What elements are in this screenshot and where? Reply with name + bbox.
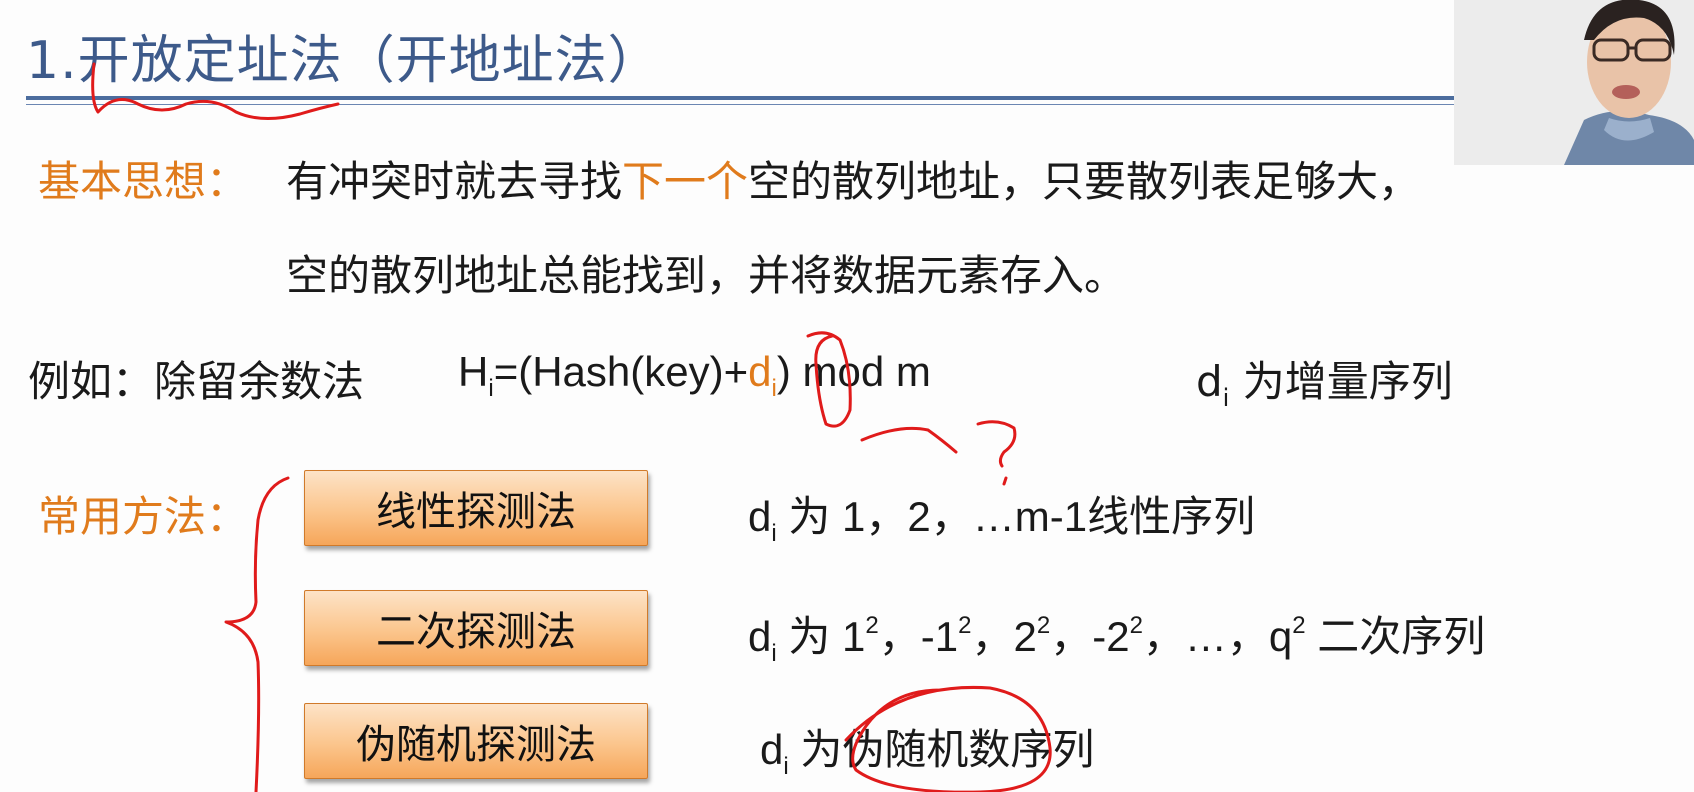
basic-idea-label: 基本思想：: [38, 157, 249, 206]
title-underline-thin: [26, 104, 1454, 105]
linear-probing-button[interactable]: 线性探测法: [304, 470, 648, 546]
hash-formula: Hi=(Hash(key)+di) mod m: [458, 348, 931, 403]
common-methods-label: 常用方法：: [38, 492, 249, 541]
desc-c: ，2: [971, 613, 1037, 660]
inc-d: d: [1196, 357, 1223, 406]
basic-idea-line1: 有冲突时就去寻找下一个空的散列地址，只要散列表足够大，: [286, 148, 1420, 209]
formula-d: d: [748, 348, 772, 395]
basic-idea-highlight: 下一个: [622, 157, 749, 206]
desc-a: 为 1: [776, 613, 866, 660]
desc-e: ，…，q: [1142, 613, 1293, 660]
presenter-video-icon: [1454, 0, 1694, 165]
presenter-webcam: [1454, 0, 1694, 165]
pseudo-random-probing-button[interactable]: 伪随机探测法: [304, 703, 648, 779]
desc-sup: 2: [1292, 612, 1306, 639]
desc-sup: 2: [958, 612, 972, 639]
desc-sup: 2: [865, 612, 879, 639]
desc-text: 为伪随机数序列: [788, 726, 1095, 773]
page-title: 1.开放定址法（开地址法）: [26, 31, 661, 91]
formula-h: H: [458, 348, 489, 395]
linear-probing-desc: di 为 1，2，…m-1线性序列: [748, 483, 1255, 548]
basic-idea-line1-pre: 有冲突时就去寻找: [286, 157, 623, 206]
slide: 1.开放定址法（开地址法） 基本思想： 有冲突时就去寻找下一个空的散列地址，只要…: [0, 0, 1694, 792]
desc-b: ，-1: [878, 613, 959, 660]
desc-d: d: [748, 613, 772, 660]
formula-end: ) mod m: [776, 348, 931, 395]
title-underline: [26, 96, 1454, 100]
desc-sup: 2: [1129, 612, 1143, 639]
pseudo-random-probing-desc: di 为伪随机数序列: [760, 716, 1094, 781]
quadratic-probing-button[interactable]: 二次探测法: [304, 590, 648, 666]
example-prefix: 例如：除留余数法: [28, 357, 365, 406]
desc-f: 二次序列: [1305, 613, 1486, 660]
basic-idea-line2: 空的散列地址总能找到，并将数据元素存入。: [286, 251, 1127, 300]
desc-sup: 2: [1036, 612, 1051, 639]
formula-mid: =(Hash(key)+: [493, 348, 749, 395]
increment-note: di 为增量序列: [1196, 348, 1453, 412]
quadratic-probing-desc: di 为 12，-12，22，-22，…，q2 二次序列: [748, 603, 1485, 668]
inc-text: 为增量序列: [1229, 357, 1453, 406]
desc-d: d: [748, 493, 772, 540]
desc-d-text: ，-2: [1050, 613, 1130, 660]
desc-d: d: [760, 726, 784, 773]
desc-text: 为 1，2，…m-1线性序列: [776, 493, 1256, 540]
basic-idea-line1-post: 空的散列地址，只要散列表足够大，: [748, 157, 1421, 206]
